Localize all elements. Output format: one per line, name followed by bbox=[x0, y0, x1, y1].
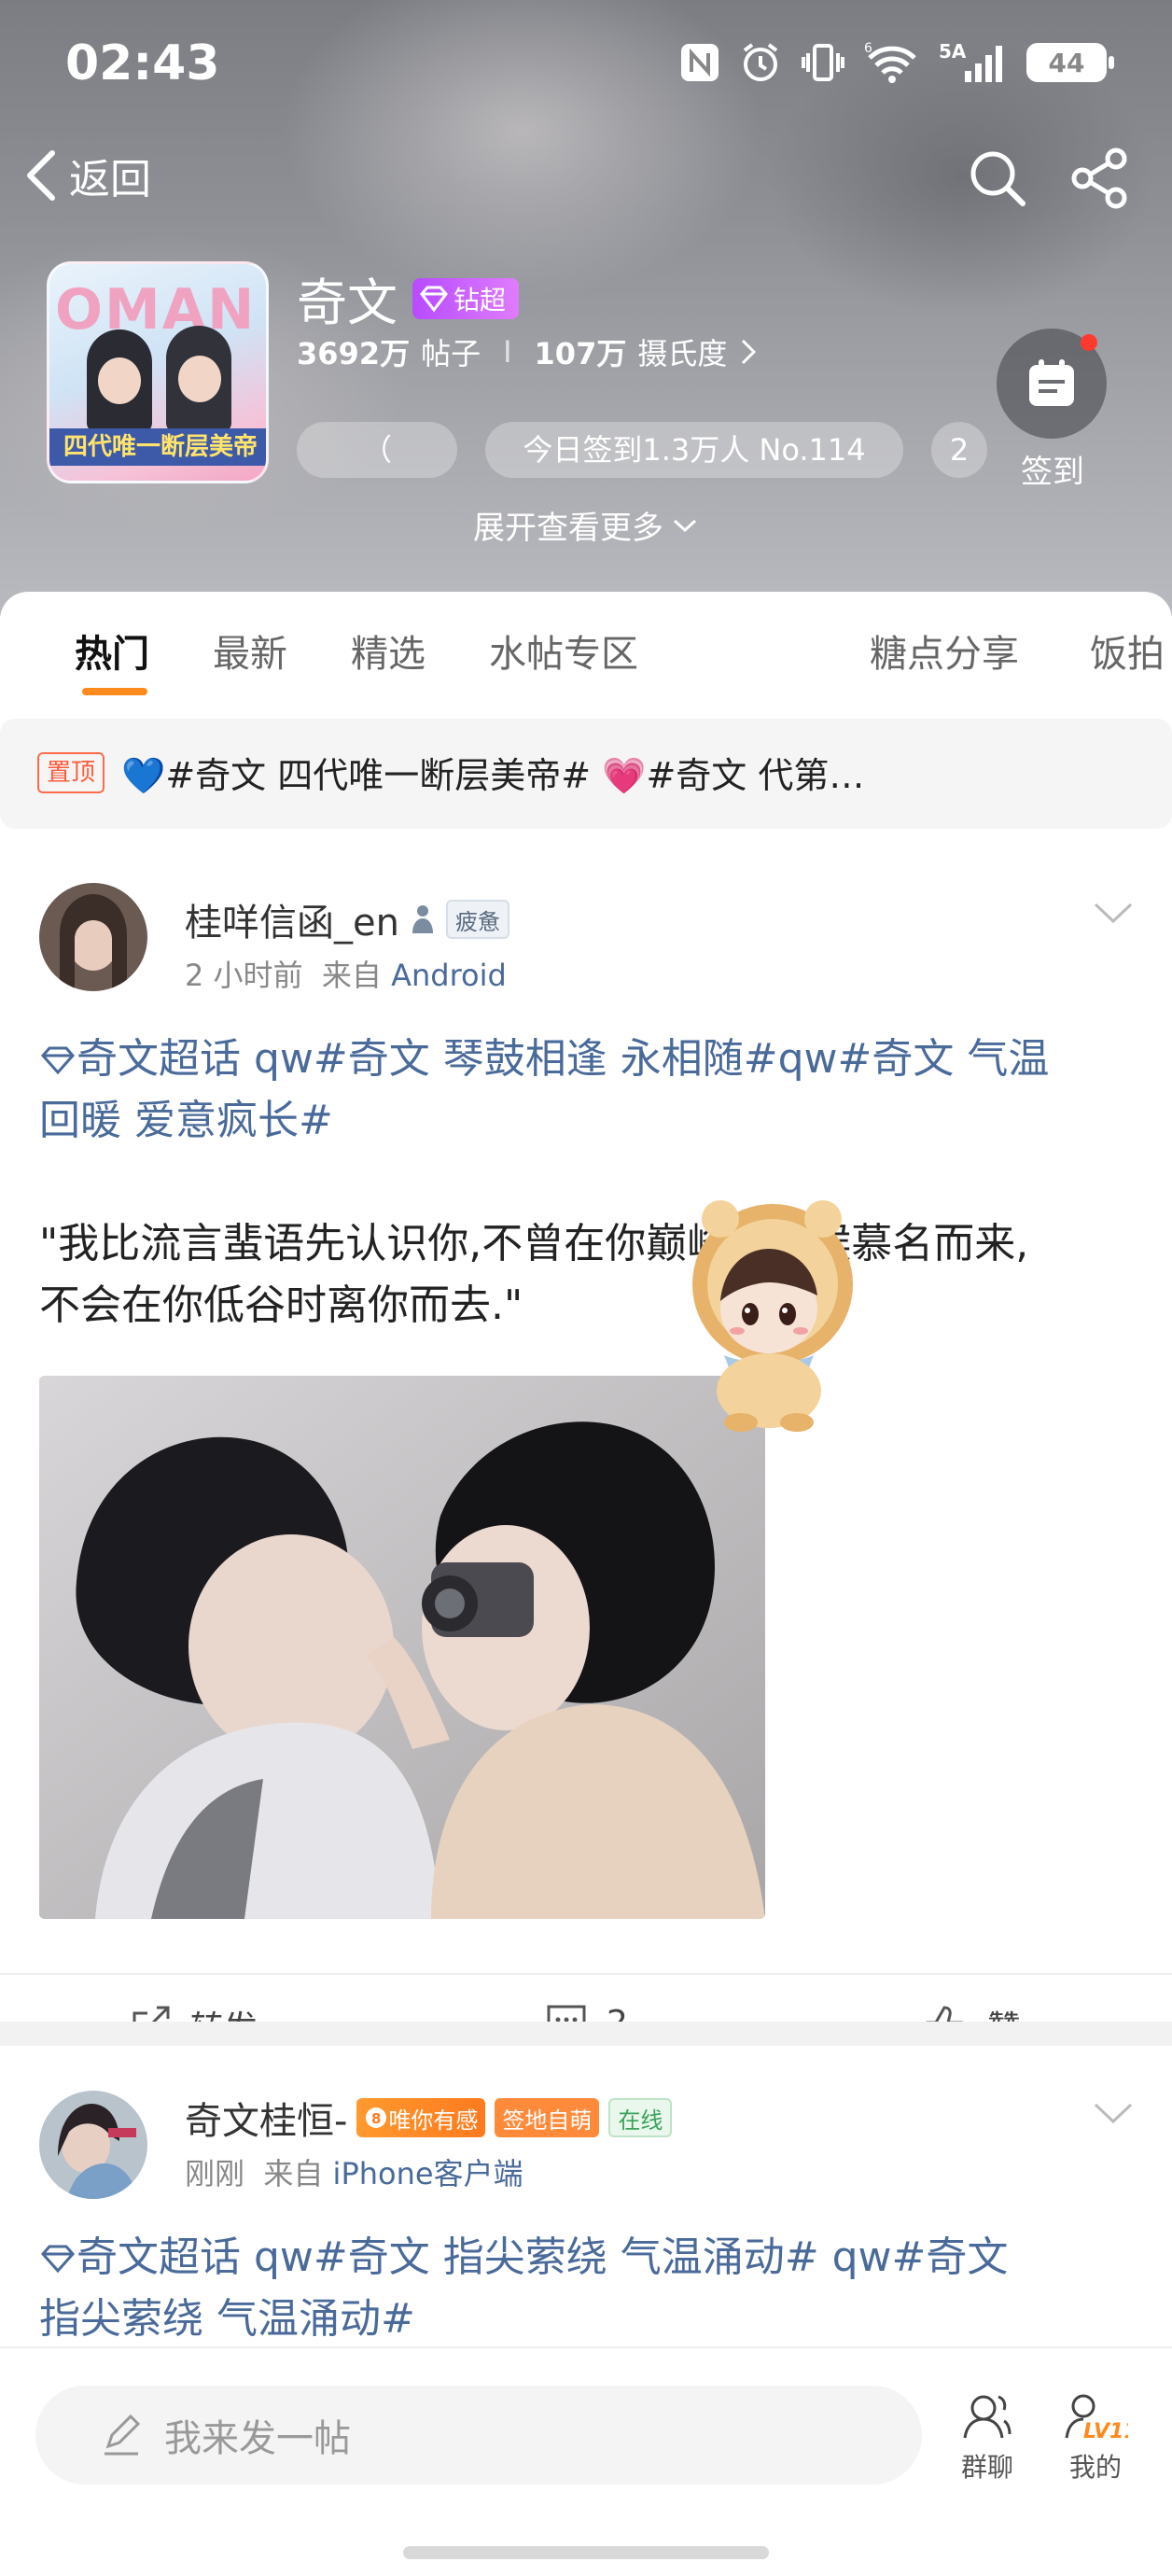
level-icon: 8 bbox=[366, 2107, 387, 2128]
profile-icon: LV11 bbox=[1065, 2394, 1128, 2443]
post-meta: 刚刚 来自 iPhone客户端 bbox=[185, 2156, 523, 2191]
chevron-right-icon bbox=[742, 339, 757, 365]
top-nav: 返回 bbox=[0, 140, 1172, 215]
chevron-left-icon bbox=[27, 150, 55, 201]
signin-label: 签到 bbox=[1021, 454, 1084, 491]
user-badge: 8 唯你有感 bbox=[356, 2098, 486, 2137]
post-divider bbox=[0, 2022, 1172, 2046]
svg-text:8: 8 bbox=[371, 2110, 381, 2127]
post-source: iPhone客户端 bbox=[332, 2156, 523, 2191]
post-card: 奇文桂恒- 8 唯你有感 签地自萌 在线 刚刚 来自 iPhone客户端 奇文超… bbox=[0, 2091, 1172, 2371]
chevron-down-icon bbox=[673, 519, 697, 532]
stats-separator: I bbox=[503, 334, 512, 370]
post-card: 桂咩信函_en 疲惫 2 小时前 来自 Android 奇文超话 qw#奇文 琴… bbox=[0, 883, 1172, 2048]
tab-hot[interactable]: 热门 bbox=[75, 623, 149, 678]
pinned-post[interactable]: 置顶 💙#奇文 四代唯一断层美帝# 💗#奇文 代第… bbox=[0, 719, 1172, 829]
post-source: Android bbox=[391, 958, 507, 993]
status-icons: 6 5A 44 bbox=[679, 41, 1114, 84]
info-pill-right[interactable]: 2 bbox=[931, 422, 987, 478]
diamond-icon bbox=[420, 286, 448, 312]
user-badge: 签地自萌 bbox=[495, 2098, 600, 2137]
bottom-bar: 我来发一帖 群聊 LV11 我的 bbox=[0, 2346, 1172, 2576]
back-button[interactable]: 返回 bbox=[21, 146, 151, 205]
avatar-band-text: 四代唯一断层美帝 bbox=[63, 433, 258, 461]
screen: 02:43 6 5A 44 返回 OMAN 四代唯一断层美帝 奇文 钻超 369… bbox=[0, 0, 1172, 2576]
diamond-icon bbox=[41, 2245, 75, 2274]
post-hashtags: 奇文超话 qw#奇文 琴鼓相逢 永相随#qw#奇文 气温 bbox=[77, 1035, 1050, 1083]
tab-featured[interactable]: 精选 bbox=[351, 623, 426, 678]
diamond-icon bbox=[41, 1046, 75, 1075]
expand-more[interactable]: 展开查看更多 bbox=[0, 502, 1172, 548]
topic-name: 奇文 bbox=[297, 273, 398, 332]
score-label: 摄氏度 bbox=[637, 336, 728, 371]
alarm-icon bbox=[743, 43, 778, 81]
post-meta: 2 小时前 来自 Android bbox=[185, 958, 507, 993]
tab-water[interactable]: 水帖专区 bbox=[489, 623, 638, 678]
post-hashtags-cont: 回暖 爱意疯长# bbox=[39, 1097, 333, 1144]
nfc-icon bbox=[681, 44, 719, 81]
person-icon bbox=[412, 905, 433, 933]
svg-text:LV11: LV11 bbox=[1083, 2420, 1128, 2443]
post-quote: "我比流言蜚语先认识你,不曾在你巅峰的时候慕名而来, bbox=[39, 1220, 1029, 1267]
post-image[interactable] bbox=[39, 1376, 765, 1919]
back-label: 返回 bbox=[69, 156, 151, 203]
calendar-icon bbox=[1029, 359, 1074, 406]
mascot-sticker[interactable] bbox=[668, 1198, 873, 1432]
compose-placeholder: 我来发一帖 bbox=[164, 2417, 351, 2460]
avatar[interactable] bbox=[39, 2091, 147, 2199]
wifi-icon: 6 bbox=[864, 41, 916, 83]
vibrate-icon bbox=[802, 44, 844, 81]
online-badge: 在线 bbox=[608, 2098, 673, 2137]
topic-title: 奇文 钻超 bbox=[297, 261, 520, 335]
battery-icon: 44 bbox=[1026, 43, 1114, 82]
post-hashtags-cont: 指尖萦绕 气温涌动# bbox=[39, 2295, 415, 2343]
topic-stats[interactable]: 3692万 帖子 I 107万 摄氏度 bbox=[297, 330, 759, 373]
posts-label: 帖子 bbox=[421, 336, 481, 371]
signal-icon: 5A bbox=[939, 41, 1002, 82]
home-indicator[interactable] bbox=[403, 2546, 769, 2559]
notification-dot bbox=[1081, 334, 1097, 351]
post-body[interactable]: 奇文超话 qw#奇文 琴鼓相逢 永相随#qw#奇文 气温 回暖 爱意疯长# "我… bbox=[39, 1029, 1140, 1337]
topic-avatar[interactable]: OMAN 四代唯一断层美帝 bbox=[47, 261, 269, 483]
signin-button[interactable]: 签到 bbox=[997, 329, 1109, 492]
info-pill-left[interactable]: （ bbox=[297, 422, 457, 478]
content-sheet: 热门 最新 精选 水帖专区 糖点分享 饭拍 置顶 💙#奇文 四代唯一断层美帝# … bbox=[0, 592, 1172, 2576]
tab-bar: 热门 最新 精选 水帖专区 糖点分享 饭拍 bbox=[0, 623, 1172, 698]
group-chat-button[interactable]: 群聊 bbox=[941, 2391, 1034, 2485]
compose-input[interactable]: 我来发一帖 bbox=[35, 2386, 922, 2485]
status-bar: 02:43 6 5A 44 bbox=[0, 28, 1172, 103]
post-quote-cont: 不会在你低谷时离你而去." bbox=[39, 1281, 523, 1329]
topic-header: 02:43 6 5A 44 返回 OMAN 四代唯一断层美帝 奇文 钻超 369… bbox=[0, 0, 1172, 616]
tab-latest[interactable]: 最新 bbox=[213, 623, 287, 678]
diamond-badge[interactable]: 钻超 bbox=[412, 277, 520, 319]
pinned-tag: 置顶 bbox=[37, 752, 105, 793]
post-hashtags: 奇文超话 qw#奇文 指尖萦绕 气温涌动# qw#奇文 bbox=[77, 2233, 1009, 2281]
avatar[interactable] bbox=[39, 883, 147, 991]
score-count: 107万 bbox=[534, 336, 627, 371]
signin-count-pill[interactable]: 今日签到1.3万人 No.114 bbox=[485, 422, 903, 478]
username[interactable]: 桂咩信函_en bbox=[185, 892, 399, 946]
svg-text:6: 6 bbox=[864, 41, 872, 56]
share-icon[interactable] bbox=[1069, 147, 1129, 209]
posts-count: 3692万 bbox=[297, 336, 411, 371]
tab-fanshot[interactable]: 饭拍 bbox=[1090, 623, 1165, 678]
svg-text:5A: 5A bbox=[939, 41, 967, 63]
post-body[interactable]: 奇文超话 qw#奇文 指尖萦绕 气温涌动# qw#奇文 指尖萦绕 气温涌动# bbox=[39, 2227, 1140, 2350]
mine-button[interactable]: LV11 我的 bbox=[1049, 2391, 1142, 2485]
avatar-logo: OMAN bbox=[55, 277, 257, 343]
tab-sugar[interactable]: 糖点分享 bbox=[870, 623, 1019, 678]
pencil-icon bbox=[105, 2415, 141, 2456]
group-chat-icon bbox=[963, 2395, 1012, 2439]
tab-underline bbox=[82, 688, 147, 695]
status-time: 02:43 bbox=[65, 35, 220, 91]
search-icon[interactable] bbox=[967, 147, 1028, 209]
user-badge: 疲惫 bbox=[445, 900, 509, 939]
pinned-text: 💙#奇文 四代唯一断层美帝# 💗#奇文 代第… bbox=[121, 755, 865, 796]
chevron-down-icon[interactable] bbox=[1092, 2100, 1135, 2126]
username[interactable]: 奇文桂恒- bbox=[185, 2091, 347, 2145]
chevron-down-icon[interactable] bbox=[1092, 900, 1135, 926]
